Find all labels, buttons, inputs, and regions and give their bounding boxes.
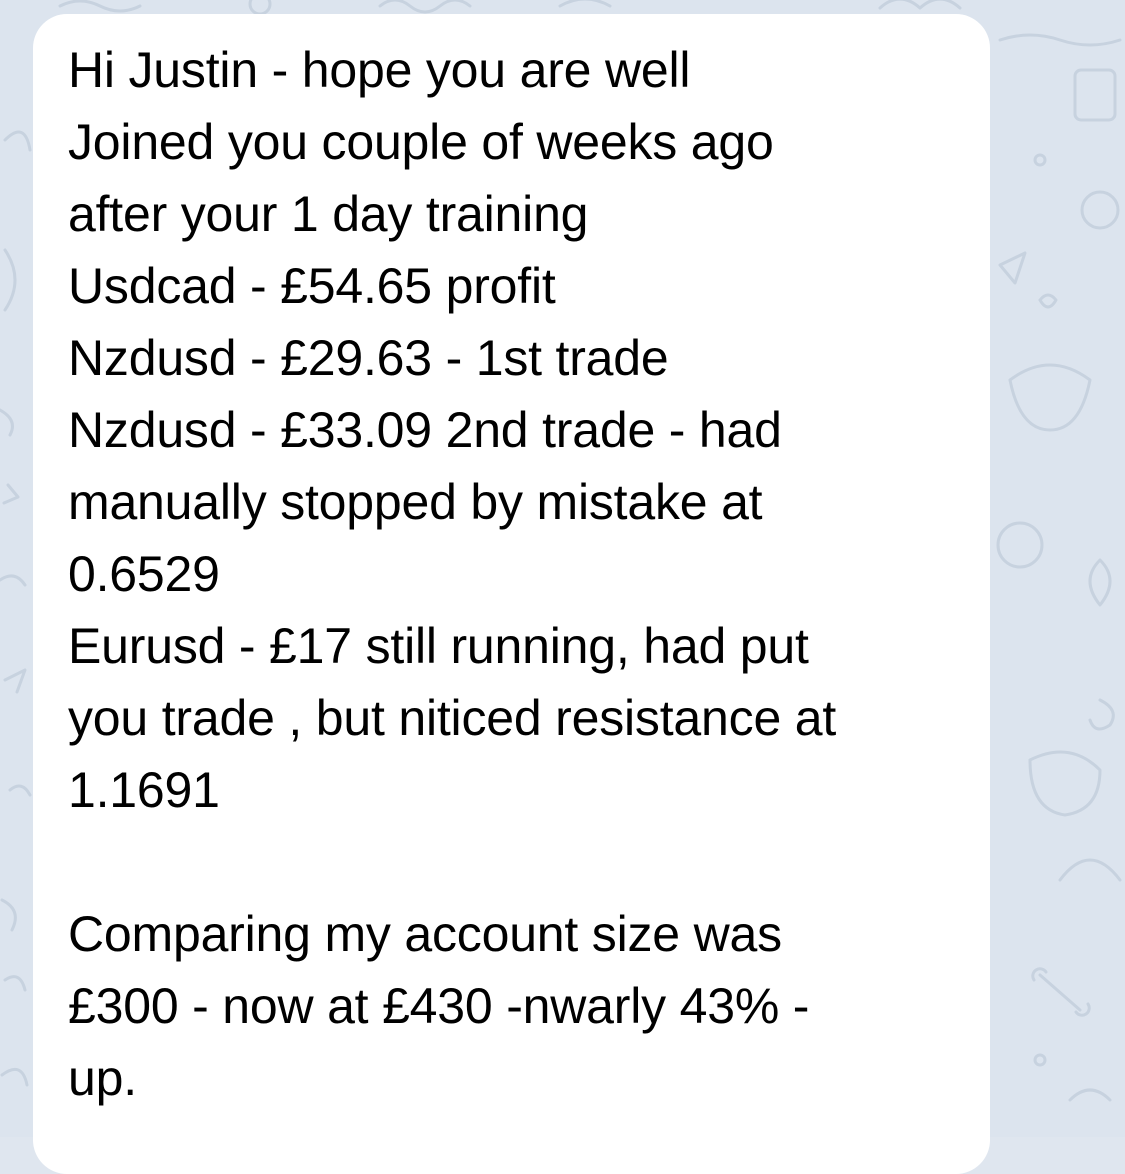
message-line: manually stopped by mistake at (68, 474, 763, 530)
message-line: Comparing my account size was (68, 906, 782, 962)
message-line: Nzdusd - £33.09 2nd trade - had (68, 402, 782, 458)
doodle-left-ring (8, 784, 32, 797)
doodle-left-swirl (3, 975, 27, 992)
doodle-curl-top (558, 0, 612, 8)
doodle-right-wave (998, 33, 1122, 47)
message-line: Hi Justin - hope you are well (68, 42, 691, 98)
message-line: £300 - now at £430 -nwarly 43% - (68, 978, 810, 1034)
message-line: after your 1 day training (68, 186, 589, 242)
message-line: 0.6529 (68, 546, 220, 602)
doodle-left-tri (3, 668, 27, 694)
doodle-cloud-top (878, 0, 962, 10)
doodle-cat-icon (1008, 363, 1092, 432)
message-line: up. (68, 1050, 137, 1106)
doodle-left-star (2, 483, 20, 505)
doodle-left-curl (0, 408, 14, 437)
doodle-paw-icon (1038, 293, 1058, 309)
doodle-triangle (998, 251, 1027, 285)
message-line: Usdcad - £54.65 profit (68, 258, 556, 314)
doodle-yarn-icon (1080, 190, 1120, 230)
doodle-left-bottom (0, 1067, 29, 1087)
doodle-left-leaf (3, 130, 32, 152)
doodle-ball-icon (996, 521, 1044, 569)
doodle-left-hook (0, 898, 17, 932)
doodle-dog-icon (1028, 750, 1102, 817)
message-line: 1.1691 (68, 762, 220, 818)
doodle-book-icon (1073, 68, 1117, 122)
doodle-dot-right (1033, 1053, 1047, 1067)
message-bubble[interactable]: Hi Justin - hope you are well Joined you… (33, 14, 990, 1174)
doodle-spiral-icon (1088, 698, 1115, 731)
doodle-flame-icon (1088, 558, 1112, 607)
doodle-cup-icon (1068, 1088, 1112, 1102)
message-line: you trade , but niticed resistance at (68, 690, 837, 746)
doodle-left-arc (3, 248, 17, 312)
message-line: Eurusd - £17 still running, had put (68, 618, 809, 674)
message-line: Nzdusd - £29.63 - 1st trade (68, 330, 669, 386)
doodle-bone-icon (1031, 967, 1091, 1017)
doodle-circle-top (248, 0, 272, 16)
doodle-swirl-top (58, 0, 142, 13)
doodle-rainbow-icon (1058, 858, 1122, 882)
message-line: Joined you couple of weeks ago (68, 114, 774, 170)
doodle-small-dot (1033, 153, 1047, 167)
doodle-wave-top (378, 0, 472, 14)
doodle-left-wave (0, 574, 27, 587)
